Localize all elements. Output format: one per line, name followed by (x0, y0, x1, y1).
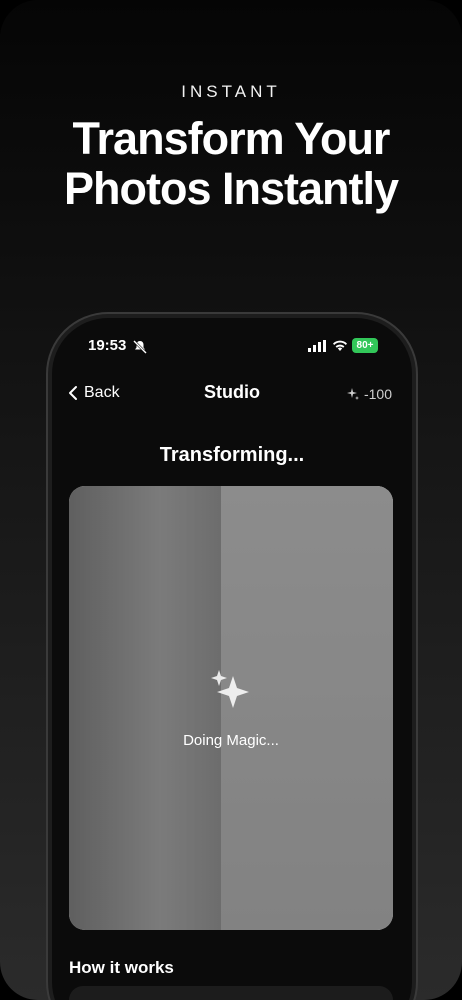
bell-slash-icon (133, 340, 147, 354)
headline: Transform Your Photos Instantly (0, 114, 462, 214)
credits-value: -100 (363, 386, 392, 402)
signal-icon (308, 340, 326, 352)
section-title: Transforming... (159, 444, 305, 466)
nav-bar: Back Studio -100 (52, 380, 412, 410)
sparkle-icon (346, 388, 359, 400)
phone-frame: 19:53 80+ Back Studio -100 Transforming.… (52, 318, 412, 1000)
eyebrow-label: INSTANT (181, 82, 281, 101)
status-time: 19:53 (88, 337, 127, 354)
credits-counter[interactable]: -100 (346, 386, 392, 402)
sparkles-icon (211, 670, 249, 708)
battery-indicator: 80+ (352, 338, 378, 353)
app-store-screenshot: INSTANT Transform Your Photos Instantly … (0, 0, 462, 1000)
headline-line-1: Transform Your (72, 113, 391, 164)
how-it-works-heading: How it works (69, 958, 174, 977)
status-bar: 19:53 80+ (52, 336, 412, 360)
magic-status: Doing Magic... (183, 732, 279, 749)
transform-preview: Doing Magic... (69, 486, 393, 930)
wifi-icon (333, 340, 347, 351)
how-it-works-card (69, 986, 393, 1000)
headline-line-2: Photos Instantly (63, 163, 399, 214)
